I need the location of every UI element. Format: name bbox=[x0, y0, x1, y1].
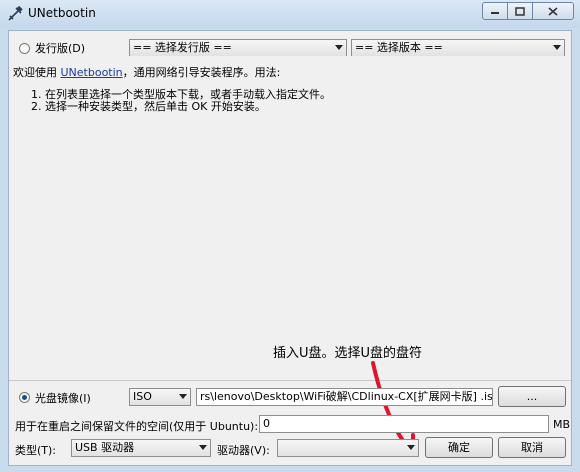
image-format-select-value: ISO bbox=[133, 390, 152, 403]
intro-prefix: 欢迎使用 bbox=[13, 66, 57, 79]
app-window: UNetbootin 发行版(D) == 选择发行版 == == 选择版本 == bbox=[0, 0, 580, 472]
version-select-value: == 选择版本 == bbox=[355, 41, 443, 54]
diskimage-radio-label[interactable]: 光盘镜像(I) bbox=[35, 390, 91, 406]
persistence-size-value: 0 bbox=[263, 417, 270, 430]
close-icon bbox=[548, 6, 558, 16]
chevron-down-icon bbox=[407, 445, 415, 450]
intro-line: 欢迎使用 UNetbootin，通用网络引导安装程序。用法: bbox=[13, 64, 280, 80]
title-bar[interactable]: UNetbootin bbox=[0, 0, 580, 28]
persistence-label: 用于在重启之间保留文件的空间(仅用于 Ubuntu): bbox=[15, 420, 259, 433]
ok-button[interactable]: 确定 bbox=[425, 437, 493, 458]
unetbootin-app-icon bbox=[8, 6, 23, 21]
diskimage-radio[interactable] bbox=[19, 392, 30, 403]
install-type-select[interactable]: USB 驱动器 bbox=[71, 439, 211, 457]
browse-button[interactable]: ... bbox=[498, 386, 566, 407]
drive-label: 驱动器(V): bbox=[217, 444, 270, 457]
unetbootin-link[interactable]: UNetbootin bbox=[61, 66, 123, 79]
persistence-unit: MB bbox=[553, 418, 571, 431]
cancel-button[interactable]: 取消 bbox=[498, 437, 566, 458]
step-2-text: 2. 选择一种安装类型，然后单击 OK 开始安装。 bbox=[31, 100, 266, 113]
main-panel: 发行版(D) == 选择发行版 == == 选择版本 == 欢迎使用 UNetb… bbox=[8, 30, 572, 466]
install-type-select-value: USB 驱动器 bbox=[75, 441, 135, 454]
drive-select[interactable] bbox=[277, 439, 419, 457]
close-button[interactable] bbox=[532, 2, 574, 20]
image-path-value: rs\lenovo\Desktop\WiFi破解\CDlinux-CX[扩展网卡… bbox=[200, 390, 493, 403]
type-label: 类型(T): bbox=[15, 444, 57, 457]
minimize-icon bbox=[491, 12, 499, 14]
minimize-button[interactable] bbox=[482, 2, 508, 20]
persistence-size-input[interactable]: 0 bbox=[259, 415, 549, 433]
chevron-down-icon bbox=[179, 394, 187, 399]
info-text-area: 欢迎使用 UNetbootin，通用网络引导安装程序。用法: 1. 在列表里选择… bbox=[9, 56, 571, 381]
distribution-radio[interactable] bbox=[19, 43, 30, 54]
version-select[interactable]: == 选择版本 == bbox=[351, 39, 565, 57]
maximize-button[interactable] bbox=[507, 2, 533, 20]
intro-suffix: ，通用网络引导安装程序。用法: bbox=[122, 66, 281, 79]
image-path-input[interactable]: rs\lenovo\Desktop\WiFi破解\CDlinux-CX[扩展网卡… bbox=[196, 388, 493, 406]
distribution-select-value: == 选择发行版 == bbox=[133, 41, 232, 54]
window-title: UNetbootin bbox=[28, 6, 96, 20]
chevron-down-icon bbox=[335, 45, 343, 50]
chevron-down-icon bbox=[553, 45, 561, 50]
chevron-down-icon bbox=[199, 445, 207, 450]
image-format-select[interactable]: ISO bbox=[129, 388, 191, 406]
maximize-icon bbox=[515, 6, 525, 16]
distribution-radio-label[interactable]: 发行版(D) bbox=[35, 40, 85, 56]
distribution-select[interactable]: == 选择发行版 == bbox=[129, 39, 347, 57]
